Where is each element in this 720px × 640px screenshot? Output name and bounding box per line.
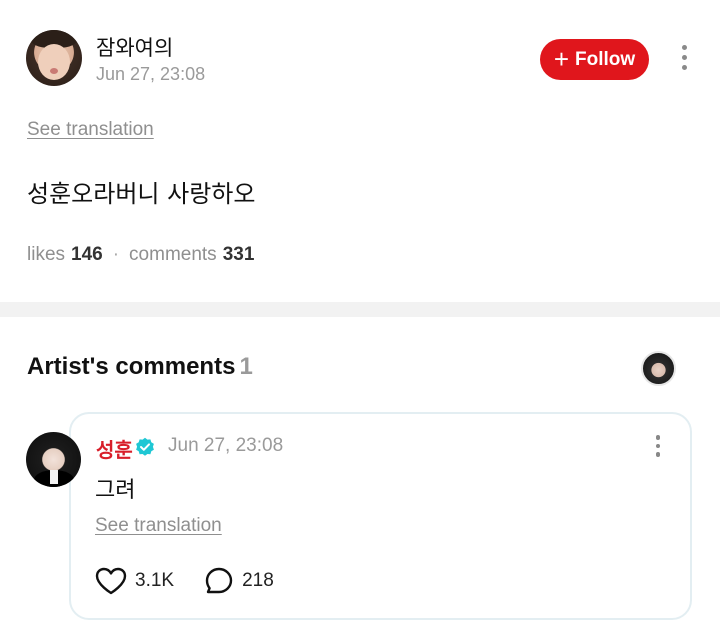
verified-badge-icon [136, 437, 154, 456]
like-button[interactable]: 3.1K [95, 567, 174, 595]
likes-count: 146 [71, 244, 103, 265]
heart-icon [95, 567, 127, 595]
artist-comments-label: Artist's comments [27, 353, 236, 380]
follow-button[interactable]: + Follow [540, 39, 649, 80]
see-translation-link[interactable]: See translation [27, 119, 154, 141]
post-text: 성훈오라버니 사랑하오 [27, 180, 256, 208]
comment-timestamp: Jun 27, 23:08 [168, 435, 284, 456]
stats-separator: · [112, 244, 120, 265]
comment-actions: 3.1K 218 [95, 566, 274, 596]
author-name[interactable]: 잠와여의 [96, 32, 173, 62]
section-divider [0, 302, 720, 317]
comment-bubble-icon [205, 567, 233, 594]
reply-button[interactable]: 218 [204, 566, 274, 596]
post-timestamp: Jun 27, 23:08 [96, 64, 206, 84]
artist-mini-avatar[interactable] [641, 351, 676, 386]
artist-comments-title: Artist's comments 1 [27, 353, 253, 381]
likes-label: likes [27, 244, 66, 265]
comments-count[interactable]: 331 [223, 244, 255, 266]
artist-comments-count: 1 [239, 353, 253, 380]
more-vertical-icon[interactable] [653, 435, 663, 457]
author-avatar[interactable] [26, 30, 82, 86]
plus-icon: + [553, 43, 570, 74]
like-count: 3.1K [135, 570, 175, 591]
more-vertical-icon[interactable] [679, 45, 689, 70]
comments-label[interactable]: comments [129, 244, 217, 266]
artist-avatar[interactable] [26, 432, 81, 487]
post: 잠와여의 Jun 27, 23:08 + Follow See translat… [0, 0, 720, 302]
reply-count: 218 [242, 570, 274, 591]
comment-see-translation-link[interactable]: See translation [95, 515, 222, 537]
follow-label: Follow [575, 48, 636, 70]
artist-name[interactable]: 성훈 [96, 434, 133, 463]
comment-text: 그려 [95, 478, 136, 503]
post-stats: likes 146 · comments 331 [27, 244, 254, 266]
